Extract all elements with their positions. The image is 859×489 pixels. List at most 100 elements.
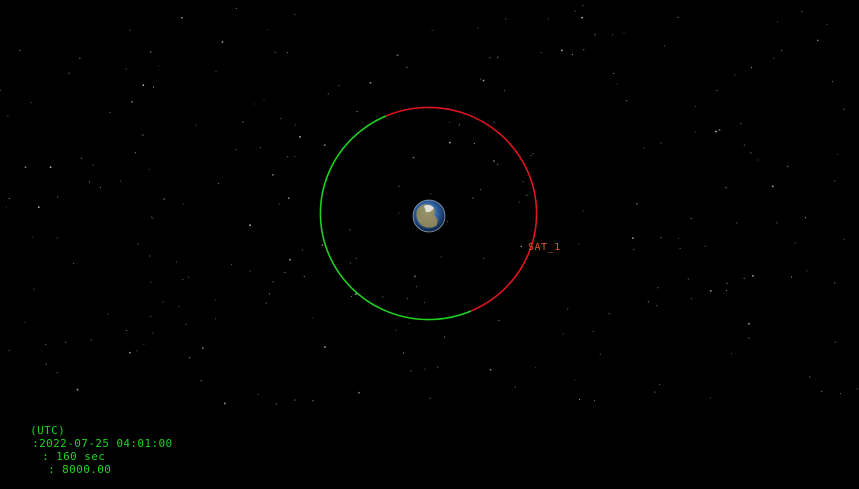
star-dot <box>489 368 492 371</box>
star-dot <box>743 277 745 279</box>
star-dot <box>125 68 127 70</box>
star-dot <box>449 121 451 124</box>
star-dot <box>750 152 752 154</box>
star-dot <box>416 286 418 288</box>
star-dot <box>643 147 645 149</box>
star-dot <box>856 388 858 390</box>
star-dot <box>395 329 397 331</box>
star-dot <box>44 343 47 346</box>
star-dot <box>303 275 305 277</box>
star-dot <box>136 350 138 352</box>
star-dot <box>382 296 384 298</box>
star-dot <box>581 16 584 19</box>
star-dot <box>730 353 733 355</box>
star-dot <box>734 74 736 76</box>
star-dot <box>804 217 806 219</box>
star-dot <box>582 210 584 212</box>
satellite-label[interactable]: SAT_1 <box>528 242 561 253</box>
star-dot <box>294 124 296 126</box>
star-dot <box>275 403 277 405</box>
star-dot <box>99 186 101 189</box>
star-dot <box>294 399 296 401</box>
star-dot <box>32 236 34 238</box>
star-dot <box>287 156 289 158</box>
star-dot <box>92 164 94 166</box>
star-dot <box>748 337 750 339</box>
orbit-lit-arc <box>385 106 538 312</box>
star-dot <box>56 237 58 239</box>
star-dot <box>134 152 137 154</box>
star-dot <box>242 121 244 123</box>
orbit-viewport[interactable]: SAT_1 (UTC) :2022-07-25 04:01:00 : 160 s… <box>0 0 859 476</box>
star-dot <box>253 103 255 105</box>
scale-readout: : 8000.00 <box>48 463 112 476</box>
star-dot <box>137 243 139 245</box>
star-dot <box>724 186 726 188</box>
star-dot <box>477 27 479 29</box>
star-dot <box>505 18 507 20</box>
star-dot <box>677 237 680 239</box>
star-dot <box>594 399 596 402</box>
star-dot <box>185 323 187 325</box>
star-dot <box>725 289 727 291</box>
star-dot <box>231 263 233 265</box>
earth-globe-icon[interactable] <box>412 199 446 233</box>
star-dot <box>30 102 32 104</box>
star-dot <box>594 33 596 36</box>
star-dot <box>109 111 111 113</box>
star-dot <box>33 288 35 290</box>
star-dot <box>530 154 532 156</box>
star-dot <box>567 308 569 310</box>
star-dot <box>223 402 226 405</box>
star-dot <box>338 85 340 87</box>
star-dot <box>837 153 839 156</box>
star-dot <box>301 249 303 251</box>
star-dot <box>45 363 47 365</box>
star-dot <box>57 196 59 198</box>
star-dot <box>5 206 7 208</box>
star-dot <box>572 53 574 56</box>
star-dot <box>691 298 693 300</box>
star-dot <box>249 270 251 272</box>
star-dot <box>76 388 79 391</box>
star-dot <box>150 281 152 283</box>
star-dot <box>583 49 585 51</box>
star-dot <box>821 390 823 392</box>
star-dot <box>806 270 808 272</box>
star-dot <box>408 323 410 325</box>
star-dot <box>809 376 811 378</box>
star-dot <box>327 93 329 95</box>
star-dot <box>272 281 274 283</box>
star-dot <box>149 51 152 53</box>
star-dot <box>480 78 482 80</box>
star-dot <box>679 247 681 250</box>
star-dot <box>406 66 408 68</box>
star-dot <box>163 198 166 201</box>
star-dot <box>473 143 475 145</box>
star-dot <box>284 271 286 273</box>
star-dot <box>493 160 495 162</box>
star-dot <box>791 276 793 278</box>
star-dot <box>632 237 634 240</box>
star-dot <box>8 197 10 199</box>
star-dot <box>79 57 81 59</box>
star-dot <box>687 278 689 280</box>
star-dot <box>440 256 442 258</box>
star-dot <box>268 293 271 295</box>
star-dot <box>107 313 109 315</box>
star-dot <box>482 79 485 82</box>
star-dot <box>120 180 122 182</box>
star-dot <box>483 257 485 259</box>
star-dot <box>148 168 150 170</box>
star-dot <box>414 275 416 278</box>
star-dot <box>287 197 290 200</box>
star-dot <box>214 318 216 320</box>
star-dot <box>443 336 445 338</box>
star-dot <box>8 350 10 352</box>
star-dot <box>715 130 717 133</box>
star-dot <box>152 217 154 220</box>
star-dot <box>786 165 789 168</box>
star-dot <box>654 391 656 393</box>
star-dot <box>520 245 523 248</box>
star-dot <box>358 391 360 394</box>
